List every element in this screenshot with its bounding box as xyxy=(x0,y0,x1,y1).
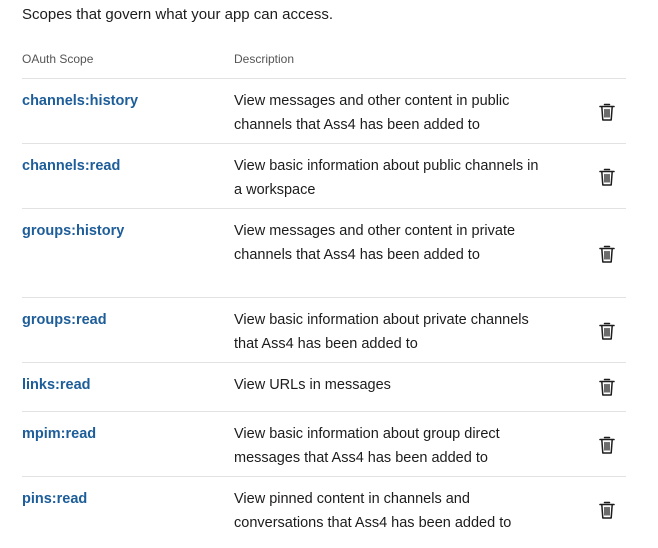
table-row: pins:read View pinned content in channel… xyxy=(22,477,626,543)
scope-description: View basic information about group direc… xyxy=(234,426,500,466)
trash-icon[interactable] xyxy=(598,377,616,397)
trash-icon[interactable] xyxy=(598,167,616,187)
column-header-oauth-scope: OAuth Scope xyxy=(22,52,94,66)
oauth-scopes-page: Scopes that govern what your app can acc… xyxy=(0,0,658,548)
scope-link[interactable]: mpim:read xyxy=(22,424,96,444)
trash-icon[interactable] xyxy=(598,435,616,455)
table-row: links:read View URLs in messages xyxy=(22,363,626,412)
section-intro: Scopes that govern what your app can acc… xyxy=(22,6,334,23)
scope-description: View messages and other content in publi… xyxy=(234,93,510,133)
table-row: channels:history View messages and other… xyxy=(22,79,626,144)
trash-icon[interactable] xyxy=(598,244,616,264)
scope-description: View basic information about private cha… xyxy=(234,312,529,352)
trash-icon[interactable] xyxy=(598,500,616,520)
scopes-table: OAuth Scope Description channels:history… xyxy=(22,46,626,543)
scope-description: View pinned content in channels and conv… xyxy=(234,491,512,531)
scope-description: View messages and other content in priva… xyxy=(234,223,516,263)
scope-link[interactable]: groups:read xyxy=(22,310,107,330)
table-row: groups:history View messages and other c… xyxy=(22,209,626,298)
trash-icon[interactable] xyxy=(598,321,616,341)
trash-icon[interactable] xyxy=(598,102,616,122)
table-row: channels:read View basic information abo… xyxy=(22,144,626,209)
scope-link[interactable]: links:read xyxy=(22,375,91,395)
column-header-description: Description xyxy=(234,52,295,66)
scope-link[interactable]: channels:history xyxy=(22,91,138,111)
scope-description: View basic information about public chan… xyxy=(234,158,539,198)
scope-link[interactable]: pins:read xyxy=(22,489,87,509)
scope-link[interactable]: channels:read xyxy=(22,156,120,176)
table-row: groups:read View basic information about… xyxy=(22,298,626,363)
scope-link[interactable]: groups:history xyxy=(22,221,124,241)
table-row: mpim:read View basic information about g… xyxy=(22,412,626,477)
table-header: OAuth Scope Description xyxy=(22,46,626,79)
scope-description: View URLs in messages xyxy=(234,377,391,393)
